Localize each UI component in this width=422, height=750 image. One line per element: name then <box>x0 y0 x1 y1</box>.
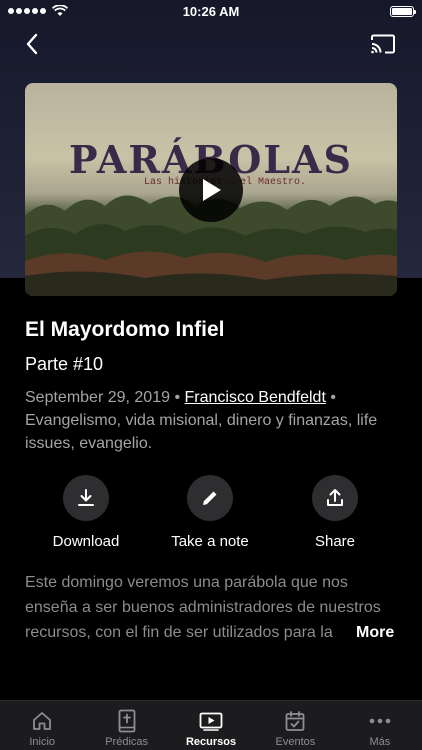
tab-predicas[interactable]: Prédicas <box>84 701 168 750</box>
calendar-icon <box>286 711 305 731</box>
chevron-left-icon <box>26 33 38 55</box>
speaker-link[interactable]: Francisco Bendfeldt <box>184 389 325 406</box>
take-note-label: Take a note <box>171 533 249 550</box>
back-button[interactable] <box>18 30 46 58</box>
play-icon <box>203 179 221 201</box>
share-button[interactable]: Share <box>275 475 395 550</box>
share-label: Share <box>314 533 356 550</box>
download-button[interactable]: Download <box>26 475 146 550</box>
cast-icon <box>371 34 395 54</box>
play-button[interactable] <box>179 158 243 222</box>
take-note-button[interactable]: Take a note <box>150 475 270 550</box>
play-icon <box>199 712 223 731</box>
tab-eventos[interactable]: Eventos <box>253 701 337 750</box>
status-time: 10:26 AM <box>182 4 240 19</box>
more-button[interactable]: More <box>340 620 395 645</box>
tab-inicio[interactable]: Inicio <box>0 701 84 750</box>
tab-mas[interactable]: Más <box>338 701 422 750</box>
episode-part: Parte #10 <box>25 354 104 374</box>
episode-thumbnail[interactable]: PARÁBOLAS Las historias … el Maestro. <box>25 83 397 296</box>
download-label: Download <box>52 533 120 550</box>
more-icon <box>369 718 391 724</box>
tab-mas-label: Más <box>369 736 391 748</box>
home-icon <box>33 712 52 730</box>
pencil-icon <box>203 491 217 505</box>
tab-inicio-label: Inicio <box>29 736 56 748</box>
download-icon <box>78 489 94 506</box>
tab-bar: Inicio Prédicas Recursos Eventos Más <box>0 700 422 750</box>
episode-meta: September 29, 2019 • Francisco Bendfeldt… <box>25 386 400 455</box>
tab-eventos-label: Eventos <box>275 736 316 748</box>
tab-recursos[interactable]: Recursos <box>169 701 253 750</box>
episode-date: September 29, 2019 • <box>25 389 185 406</box>
share-icon <box>327 489 343 506</box>
action-row: Download Take a note Share <box>0 475 422 555</box>
tab-predicas-label: Prédicas <box>105 736 148 748</box>
tab-recursos-label: Recursos <box>185 736 237 748</box>
bible-icon <box>118 709 136 733</box>
cast-button[interactable] <box>368 30 398 58</box>
episode-title: El Mayordomo Infiel <box>25 318 225 341</box>
